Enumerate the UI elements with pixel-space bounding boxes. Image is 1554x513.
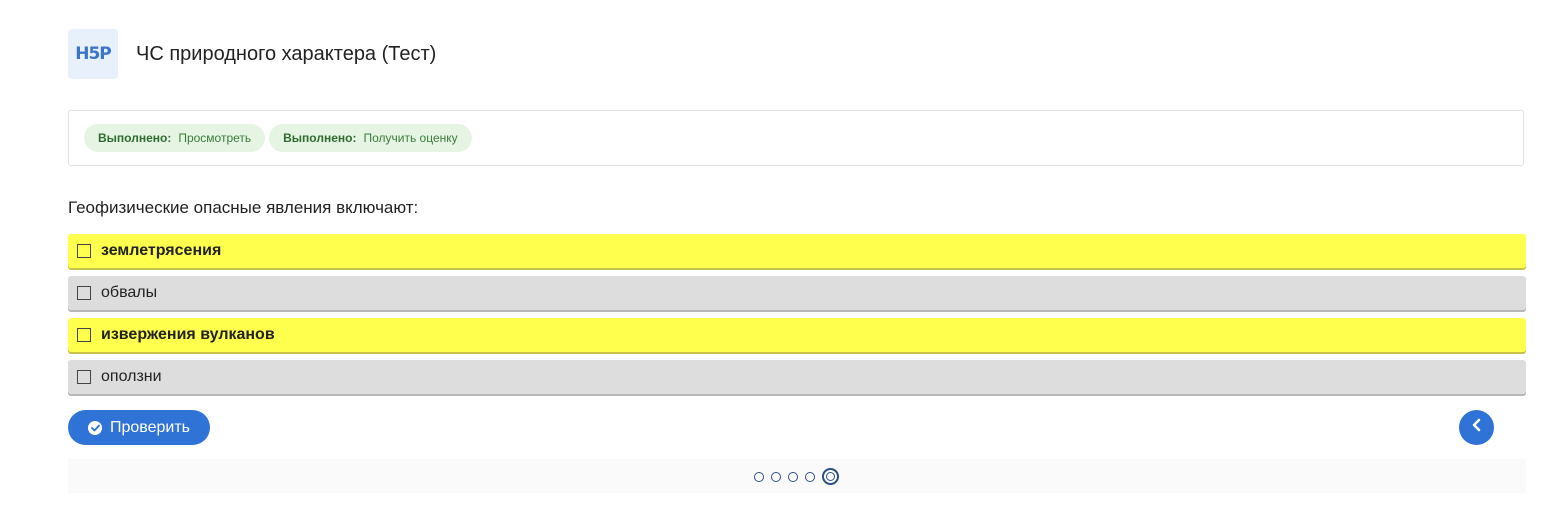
progress-dots bbox=[754, 468, 839, 485]
slide-dot-5-current[interactable] bbox=[822, 468, 839, 485]
status-badge-viewed: Выполнено: Просмотреть bbox=[84, 124, 266, 152]
answer-option-3[interactable]: извержения вулканов bbox=[68, 318, 1526, 352]
check-circle-icon bbox=[88, 420, 102, 435]
checkbox[interactable] bbox=[77, 328, 91, 342]
previous-slide-button[interactable] bbox=[1459, 410, 1494, 445]
page-title: ЧС природного характера (Тест) bbox=[136, 42, 437, 65]
question-text: Геофизические опасные явления включают: bbox=[68, 198, 419, 217]
slide-navigation bbox=[68, 459, 1526, 493]
answer-label: обвалы bbox=[101, 284, 158, 301]
answer-option-2[interactable]: обвалы bbox=[68, 276, 1526, 310]
chevron-left-icon bbox=[1471, 418, 1483, 437]
status-panel: Выполнено: Просмотреть Выполнено: Получи… bbox=[68, 110, 1524, 166]
page: H5P ЧС природного характера (Тест) Выпол… bbox=[0, 0, 1554, 513]
answer-list: землетрясения обвалы извержения вулканов… bbox=[68, 234, 1526, 402]
status-badge-graded: Выполнено: Получить оценку bbox=[269, 124, 472, 152]
checkbox[interactable] bbox=[77, 286, 91, 300]
checkbox[interactable] bbox=[77, 244, 91, 258]
status-badge-value: Получить оценку bbox=[363, 131, 458, 145]
status-badge-label: Выполнено: bbox=[98, 131, 172, 145]
header: H5P ЧС природного характера (Тест) bbox=[68, 29, 436, 79]
slide-dot-4[interactable] bbox=[805, 471, 815, 482]
slide-dot-1[interactable] bbox=[754, 471, 764, 482]
check-button[interactable]: Проверить bbox=[68, 410, 210, 445]
answer-label: землетрясения bbox=[101, 242, 222, 259]
answer-label: оползни bbox=[101, 368, 162, 385]
slide-dot-3[interactable] bbox=[788, 471, 798, 482]
answer-option-1[interactable]: землетрясения bbox=[68, 234, 1526, 268]
h5p-logo: H5P bbox=[68, 29, 118, 79]
status-badge-value: Просмотреть bbox=[178, 131, 252, 145]
slide-dot-2[interactable] bbox=[771, 471, 781, 482]
checkbox[interactable] bbox=[77, 370, 91, 384]
answer-label: извержения вулканов bbox=[101, 326, 275, 343]
answer-option-4[interactable]: оползни bbox=[68, 360, 1526, 394]
check-button-label: Проверить bbox=[110, 418, 191, 436]
status-badge-label: Выполнено: bbox=[283, 131, 357, 145]
